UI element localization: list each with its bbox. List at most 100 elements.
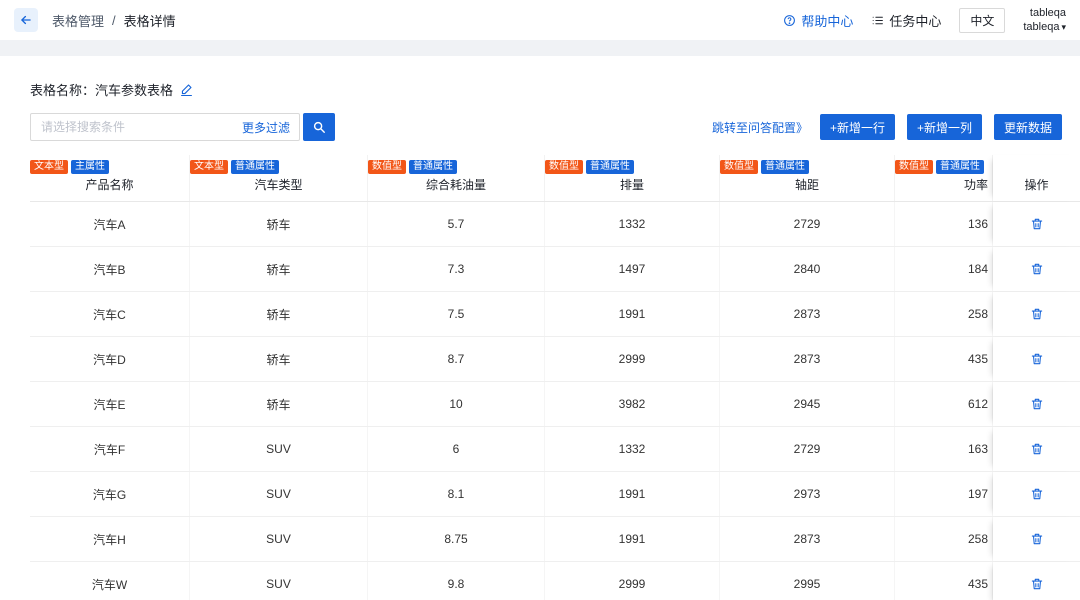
add-column-button[interactable]: +新增一列	[906, 114, 982, 140]
row-actions-cell	[993, 202, 1080, 246]
delete-row-button[interactable]	[1030, 217, 1044, 231]
column-type-tag: 数值型	[895, 160, 933, 174]
table-cell: 1332	[545, 427, 720, 471]
delete-row-button[interactable]	[1030, 307, 1044, 321]
column-name: 汽车类型	[254, 178, 303, 192]
table-cell: 163	[895, 427, 993, 471]
column-header: 数值型 普通属性轴距	[720, 155, 895, 201]
breadcrumb: 表格管理 / 表格详情	[52, 11, 176, 30]
add-row-button[interactable]: +新增一行	[819, 114, 895, 140]
table-row: 汽车D 轿车 8.7 2999 2873 435	[30, 337, 1080, 382]
delete-row-button[interactable]	[1030, 577, 1044, 591]
search-input[interactable]	[31, 120, 242, 134]
row-actions-cell	[993, 517, 1080, 561]
table-row: 汽车G SUV 8.1 1991 2973 197	[30, 472, 1080, 517]
table-cell: 2729	[720, 427, 895, 471]
trash-icon	[1031, 353, 1042, 365]
column-attr-tag: 普通属性	[409, 160, 457, 174]
column-header: 数值型 普通属性 功率	[895, 155, 993, 201]
table-cell: SUV	[190, 427, 368, 471]
task-list-icon	[872, 16, 884, 24]
table-cell: 8.75	[368, 517, 545, 561]
column-name: 轴距	[794, 178, 819, 192]
column-tags: 数值型 普通属性	[895, 160, 984, 174]
table-cell: 汽车G	[30, 472, 190, 516]
topbar: 表格管理 / 表格详情 帮助中心 任务中心 中文 tableqa tableqa…	[0, 0, 1080, 40]
search-button[interactable]	[303, 113, 335, 141]
table-cell: 1332	[545, 202, 720, 246]
table-cell: 1497	[545, 247, 720, 291]
column-attr-tag: 普通属性	[761, 160, 809, 174]
column-header: 文本型 普通属性 汽车类型	[190, 155, 368, 201]
table-cell: 轿车	[190, 337, 368, 381]
edit-table-name-icon[interactable]	[180, 83, 193, 96]
table-row: 汽车B 轿车 7.3 1497 2840 184	[30, 247, 1080, 292]
table-cell: 2873	[720, 337, 895, 381]
delete-row-button[interactable]	[1030, 352, 1044, 366]
trash-icon	[1031, 263, 1042, 275]
column-tags: 数值型 普通属性	[368, 160, 457, 174]
table-row: 汽车E 轿车 10 3982 2945 612	[30, 382, 1080, 427]
table-cell: 轿车	[190, 382, 368, 426]
table-cell: 2995	[720, 562, 895, 600]
delete-row-button[interactable]	[1030, 262, 1044, 276]
table-cell: 汽车H	[30, 517, 190, 561]
more-filter-link[interactable]: 更多过滤	[242, 119, 299, 136]
search-box: 更多过滤	[30, 113, 300, 141]
table-row: 汽车H SUV 8.75 1991 2873 258	[30, 517, 1080, 562]
table-cell: 6	[368, 427, 545, 471]
trash-icon	[1031, 398, 1042, 410]
column-type-tag: 数值型	[368, 160, 406, 174]
table-cell: 2999	[545, 562, 720, 600]
task-center-link[interactable]: 任务中心	[871, 11, 941, 30]
column-header: 数值型 普通属性综合耗油量	[368, 155, 545, 201]
table-cell: 汽车C	[30, 292, 190, 336]
table-row: 汽车A 轿车 5.7 1332 2729 136	[30, 202, 1080, 247]
table-cell: 汽车A	[30, 202, 190, 246]
jump-qa-config-link[interactable]: 跳转至问答配置》	[712, 119, 808, 136]
row-actions-cell	[993, 562, 1080, 600]
column-tags: 数值型 普通属性	[720, 160, 809, 174]
column-name: 综合耗油量	[425, 178, 486, 192]
column-type-tag: 数值型	[545, 160, 583, 174]
help-center-link[interactable]: 帮助中心	[783, 11, 853, 30]
row-actions-cell	[993, 247, 1080, 291]
table-cell: 184	[895, 247, 993, 291]
column-header: 操作	[993, 155, 1080, 201]
table-cell: 2840	[720, 247, 895, 291]
back-button[interactable]	[14, 8, 38, 32]
delete-row-button[interactable]	[1030, 442, 1044, 456]
table-cell: 汽车F	[30, 427, 190, 471]
org-name: tableqa	[1029, 7, 1066, 19]
row-actions-cell	[993, 472, 1080, 516]
column-header: 数值型 普通属性 排量	[545, 155, 720, 201]
row-actions-cell	[993, 382, 1080, 426]
table-cell: 258	[895, 517, 993, 561]
column-tags: 文本型 主属性	[30, 160, 109, 174]
trash-icon	[1031, 308, 1042, 320]
column-attr-tag: 普通属性	[936, 160, 984, 174]
language-button[interactable]: 中文	[959, 7, 1006, 33]
trash-icon	[1031, 488, 1042, 500]
column-name: 操作	[1024, 178, 1049, 192]
breadcrumb-separator: /	[112, 12, 116, 28]
delete-row-button[interactable]	[1030, 532, 1044, 546]
table-row: 汽车W SUV 9.8 2999 2995 435	[30, 562, 1080, 600]
table-cell: 1991	[545, 517, 720, 561]
table-cell: 汽车E	[30, 382, 190, 426]
arrow-left-icon	[21, 15, 31, 25]
table-cell: 8.1	[368, 472, 545, 516]
table-cell: 258	[895, 292, 993, 336]
breadcrumb-table-management[interactable]: 表格管理	[52, 11, 104, 30]
table-cell: SUV	[190, 562, 368, 600]
trash-icon	[1031, 533, 1042, 545]
table-cell: 7.5	[368, 292, 545, 336]
table-cell: 1991	[545, 472, 720, 516]
delete-row-button[interactable]	[1030, 397, 1044, 411]
user-menu[interactable]: tableqa tableqa ▾	[1023, 6, 1066, 34]
table-row: 汽车F SUV 6 1332 2729 163	[30, 427, 1080, 472]
row-actions-cell	[993, 292, 1080, 336]
table-cell: 8.7	[368, 337, 545, 381]
update-data-button[interactable]: 更新数据	[993, 114, 1062, 140]
delete-row-button[interactable]	[1030, 487, 1044, 501]
